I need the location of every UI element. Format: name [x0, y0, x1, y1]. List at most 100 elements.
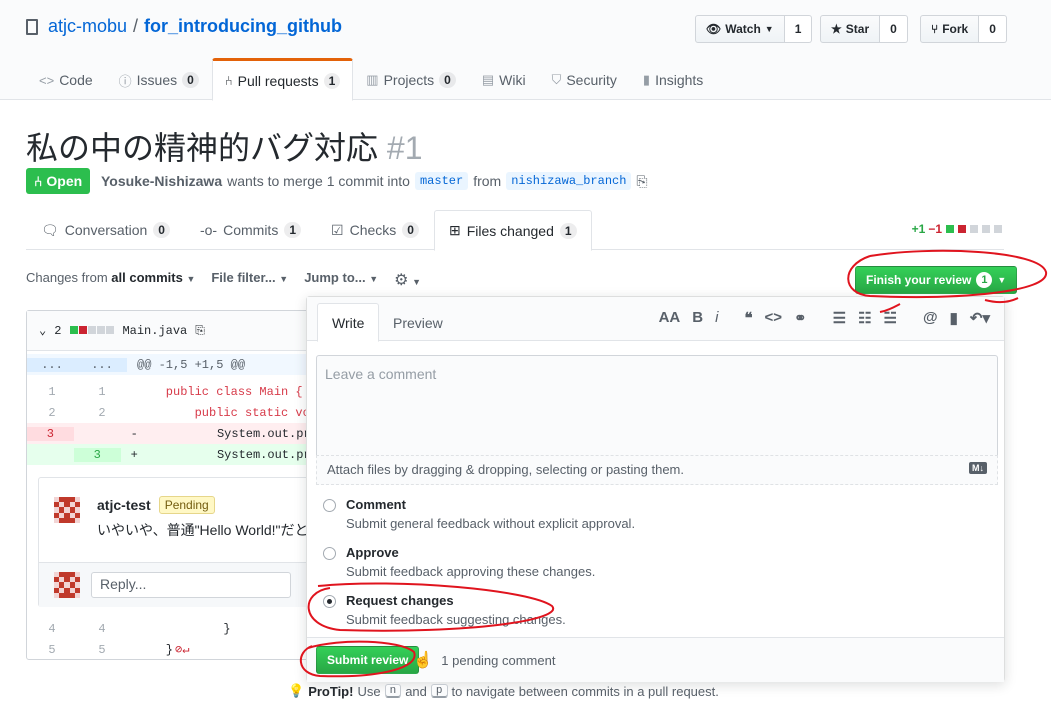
clipboard-icon[interactable]: ⎘: [636, 173, 647, 190]
tab-checks[interactable]: ☑ Checks 0: [316, 210, 434, 250]
nav-security[interactable]: ⛉ Security: [539, 58, 630, 100]
expand-up-button[interactable]: ...: [27, 357, 77, 372]
nav-issues[interactable]: ⓘ Issues 0: [106, 58, 212, 100]
comment-body: いやいや、普通"Hello World!"だと: [97, 522, 309, 538]
watch-count[interactable]: 1: [784, 15, 813, 43]
watch-button[interactable]: 👁 Watch ▼: [695, 15, 785, 43]
option-title: Approve: [346, 545, 399, 560]
nav-counter: 0: [182, 72, 199, 88]
tab-counter: 1: [284, 222, 302, 238]
comment-author[interactable]: atjc-test: [97, 497, 151, 513]
repo-owner-link[interactable]: atjc-mobu: [48, 16, 127, 37]
submit-review-button[interactable]: Submit review: [316, 646, 420, 674]
tab-write[interactable]: Write: [317, 303, 380, 342]
collapse-icon[interactable]: ⌄: [39, 323, 46, 338]
changes-from-dropdown[interactable]: Changes from all commits ▼: [26, 270, 195, 290]
file-filter-dropdown[interactable]: File filter... ▼: [211, 270, 288, 290]
review-option-approve[interactable]: Approve Submit feedback approving these …: [323, 545, 595, 579]
diffstat: +1 −1: [912, 222, 1002, 236]
tab-label: Conversation: [64, 222, 148, 238]
repo-name-link[interactable]: for_introducing_github: [144, 16, 342, 37]
clipboard-icon[interactable]: ⎘: [195, 324, 205, 338]
mention-icon[interactable]: @: [923, 309, 938, 327]
finish-review-button[interactable]: Finish your review 1 ▼: [855, 266, 1018, 294]
star-icon: ★: [831, 22, 842, 36]
radio-approve[interactable]: [323, 547, 336, 560]
fork-button[interactable]: ⑂ Fork: [920, 15, 980, 43]
nav-insights[interactable]: ▮ Insights: [630, 58, 716, 100]
jump-to-label: Jump to...: [304, 270, 366, 285]
tab-files-changed[interactable]: ⊞ Files changed 1: [433, 210, 592, 251]
review-option-comment[interactable]: Comment Submit general feedback without …: [323, 497, 635, 531]
nav-pull-requests[interactable]: ⑃ Pull requests 1: [211, 58, 354, 101]
diff-line[interactable]: 1 1 public class Main {: [27, 381, 325, 402]
diff-line-added[interactable]: 3 + System.out.prin: [27, 444, 325, 465]
new-line-number: 2: [98, 405, 106, 420]
nav-projects[interactable]: ▥ Projects 0: [353, 58, 469, 100]
reply-icon[interactable]: ↶▾: [970, 309, 990, 327]
link-icon[interactable]: ⚭: [794, 309, 807, 327]
fork-count[interactable]: 0: [979, 15, 1007, 43]
pr-author-link[interactable]: Yosuke-Nishizawa: [101, 173, 222, 189]
nav-counter: 0: [439, 72, 456, 88]
reply-input[interactable]: Reply...: [91, 572, 291, 598]
repo-header: atjc-mobu / for_introducing_github 👁 Wat…: [0, 0, 1051, 101]
radio-request-changes[interactable]: [323, 595, 336, 608]
repo-nav: <> Code ⓘ Issues 0 ⑃ Pull requests 1 ▥ P…: [26, 58, 716, 101]
option-title: Request changes: [346, 593, 454, 608]
star-count[interactable]: 0: [880, 15, 908, 43]
unordered-list-icon[interactable]: ☰: [833, 309, 846, 327]
ordered-list-icon[interactable]: ☷: [858, 309, 871, 327]
pull-request-icon: ⑃: [224, 73, 233, 88]
diff-line[interactable]: 5 5 } ⊘↵: [27, 639, 325, 660]
head-branch[interactable]: nishizawa_branch: [506, 172, 632, 190]
markdown-icon[interactable]: M↓: [969, 462, 987, 474]
diff-toolbar: Changes from all commits ▼ File filter..…: [26, 270, 421, 290]
option-desc: Submit feedback approving these changes.: [346, 564, 596, 579]
diff-line[interactable]: 2 2 public static void: [27, 402, 325, 423]
quote-icon[interactable]: ❝: [744, 309, 752, 327]
old-line-number: 5: [48, 642, 56, 657]
no-newline-icon: ⊘↵: [175, 643, 190, 657]
file-name[interactable]: Main.java: [122, 324, 187, 338]
heading-icon[interactable]: AA: [659, 309, 681, 327]
base-branch[interactable]: master: [414, 172, 469, 190]
bold-icon[interactable]: B: [692, 309, 703, 327]
italic-icon[interactable]: i: [715, 309, 718, 327]
expand-down-button[interactable]: ...: [77, 357, 127, 372]
jump-to-dropdown[interactable]: Jump to... ▼: [304, 270, 378, 290]
attach-files-area[interactable]: Attach files by dragging & dropping, sel…: [316, 455, 998, 485]
settings-dropdown[interactable]: ⚙ ▼: [394, 270, 421, 290]
old-line-number: 1: [48, 384, 56, 399]
radio-comment[interactable]: [323, 499, 336, 512]
pr-number: #1: [386, 130, 423, 166]
comment-header: atjc-test Pending: [97, 496, 215, 514]
bookmark-icon[interactable]: ▮: [950, 309, 958, 327]
pr-meta: Yosuke-Nishizawa wants to merge 1 commit…: [101, 172, 648, 190]
code-icon[interactable]: <>: [765, 309, 783, 327]
new-line-number: 4: [98, 621, 106, 636]
nav-wiki[interactable]: ▤ Wiki: [469, 58, 539, 100]
repo-icon: [26, 18, 38, 35]
nav-code[interactable]: <> Code: [26, 58, 106, 100]
old-line-number: 2: [48, 405, 56, 420]
diff-line[interactable]: 4 4 }: [27, 618, 325, 639]
finish-review-count: 1: [976, 272, 993, 288]
tab-label: Checks: [349, 222, 397, 238]
reply-area: Reply...: [39, 562, 327, 607]
star-button[interactable]: ★ Star: [820, 15, 881, 43]
task-list-icon[interactable]: ☱: [884, 309, 897, 327]
nav-counter: 1: [323, 72, 341, 89]
tab-conversation[interactable]: 🗨 Conversation 0: [26, 210, 185, 250]
eye-icon: 👁: [706, 22, 722, 36]
fork-group: ⑂ Fork 0: [920, 15, 1007, 43]
new-line-number: 1: [98, 384, 106, 399]
commit-icon: -o-: [199, 222, 218, 238]
protip-text: to navigate between commits in a pull re…: [451, 683, 719, 699]
chevron-down-icon: ▼: [186, 274, 196, 284]
tab-commits[interactable]: -o- Commits 1: [185, 210, 316, 250]
diff-line-deleted[interactable]: 3 - System.out.prin: [27, 423, 325, 444]
review-option-request-changes[interactable]: Request changes Submit feedback suggesti…: [323, 593, 566, 627]
protip-text: Use: [357, 683, 381, 699]
tab-preview[interactable]: Preview: [379, 303, 457, 342]
